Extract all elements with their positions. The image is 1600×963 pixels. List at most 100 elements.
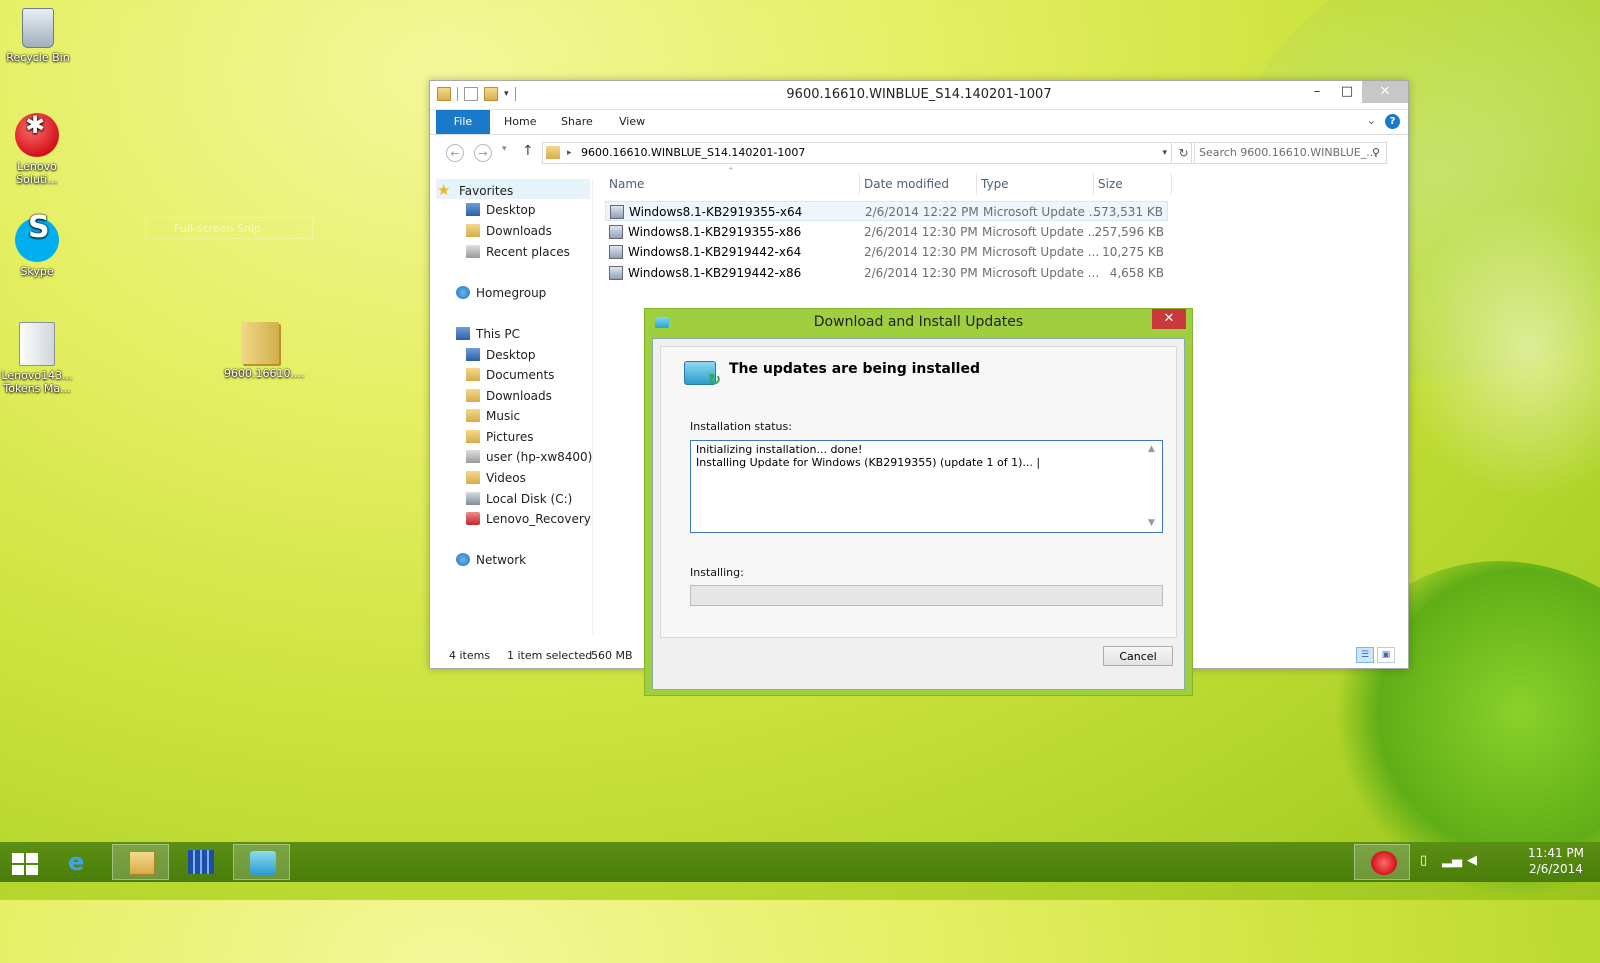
taskbar-windows-update[interactable] xyxy=(233,844,290,880)
log-scrollbar[interactable]: ▲ ▼ xyxy=(1148,443,1160,530)
tab-home[interactable]: Home xyxy=(504,110,536,134)
table-row[interactable]: Windows8.1-KB2919442-x64 2/6/2014 12:30 … xyxy=(605,242,1168,262)
nav-item-favorites[interactable]: ★ Favorites xyxy=(436,179,590,199)
signal-icon[interactable]: ▂▄ xyxy=(1442,853,1462,868)
scroll-down-icon[interactable]: ▼ xyxy=(1148,517,1155,530)
desktop-icon xyxy=(466,348,480,361)
taskbar-internet-explorer[interactable]: e xyxy=(52,844,109,880)
table-row[interactable]: Windows8.1-KB2919355-x86 2/6/2014 12:30 … xyxy=(605,222,1168,242)
nav-item-pc-downloads[interactable]: Downloads xyxy=(466,386,552,406)
file-icon xyxy=(19,322,55,366)
selection-count: 1 item selected xyxy=(507,649,593,662)
music-icon xyxy=(466,409,480,422)
breadcrumb-chevron-icon[interactable]: ▸ xyxy=(567,143,572,163)
search-input[interactable]: Search 9600.16610.WINBLUE_... ⚲ xyxy=(1191,142,1387,164)
downloads-icon xyxy=(466,224,480,237)
recent-locations-icon[interactable]: ▾ xyxy=(502,144,507,154)
desktop-icon-lenovo-tokens[interactable]: Lenovo143... Tokens Ma... xyxy=(1,322,73,395)
installation-status-label: Installation status: xyxy=(690,420,792,433)
taskbar-app[interactable] xyxy=(172,844,229,880)
power-icon[interactable]: ▯ xyxy=(1420,853,1427,868)
taskbar: e ▯ ▂▄ ◀ 11:41 PM 2/6/2014 xyxy=(0,842,1600,882)
update-file-icon xyxy=(609,225,623,239)
nav-item-network-share[interactable]: user (hp-xw8400) xyxy=(466,447,592,467)
column-header-type[interactable]: Type xyxy=(977,173,1094,195)
volume-icon[interactable]: ◀ xyxy=(1467,853,1477,868)
expand-ribbon-icon[interactable]: ⌄ xyxy=(1367,114,1376,127)
scroll-up-icon[interactable]: ▲ xyxy=(1148,443,1155,456)
nav-item-local-disk[interactable]: Local Disk (C:) xyxy=(466,489,572,509)
tray-lenovo-button[interactable] xyxy=(1354,844,1410,880)
search-icon[interactable]: ⚲ xyxy=(1372,143,1380,163)
table-row[interactable]: Windows8.1-KB2919355-x64 2/6/2014 12:22 … xyxy=(605,201,1168,221)
desktop-icon-lenovo-solution[interactable]: ✱ Lenovo Soluti... xyxy=(1,113,73,186)
nav-item-this-pc[interactable]: This PC xyxy=(456,324,520,344)
log-line: Installing Update for Windows (KB2919355… xyxy=(696,456,1041,469)
forward-button[interactable]: → xyxy=(474,144,492,162)
up-button[interactable]: ↑ xyxy=(522,143,534,159)
tab-view[interactable]: View xyxy=(619,110,645,134)
file-date: 2/6/2014 12:30 PM xyxy=(864,266,978,280)
nav-item-videos[interactable]: Videos xyxy=(466,468,526,488)
nav-item-downloads[interactable]: Downloads xyxy=(466,221,552,241)
nav-item-pc-desktop[interactable]: Desktop xyxy=(466,345,536,365)
tab-share[interactable]: Share xyxy=(561,110,593,134)
log-line-text: Installing Update for Windows (KB2919355… xyxy=(696,456,1033,469)
close-button[interactable]: ✕ xyxy=(1362,81,1408,103)
table-row[interactable]: Windows8.1-KB2919442-x86 2/6/2014 12:30 … xyxy=(605,263,1168,283)
large-icons-view-icon[interactable]: ▣ xyxy=(1377,647,1395,663)
maximize-button[interactable]: □ xyxy=(1332,81,1362,103)
address-bar[interactable]: ▸ 9600.16610.WINBLUE_S14.140201-1007 ▾ xyxy=(542,142,1172,164)
minimize-button[interactable]: – xyxy=(1302,81,1332,103)
nav-item-music[interactable]: Music xyxy=(466,406,520,426)
ribbon: File Home Share View ⌄ ? xyxy=(430,110,1408,135)
lenovo-solution-icon xyxy=(1371,851,1397,875)
file-size: 257,596 KB xyxy=(1094,225,1164,239)
nav-item-recovery[interactable]: Lenovo_Recovery (D xyxy=(466,509,592,529)
dialog-close-button[interactable]: ✕ xyxy=(1152,309,1186,329)
clock-time: 11:41 PM xyxy=(1528,846,1584,860)
update-dialog[interactable]: Download and Install Updates ✕ ↻ The upd… xyxy=(644,308,1193,696)
cancel-button[interactable]: Cancel xyxy=(1103,646,1173,666)
column-header-size[interactable]: Size xyxy=(1094,173,1172,195)
snip-ghost-label: Full-screen Snip xyxy=(145,217,313,239)
nav-item-recent-places[interactable]: Recent places xyxy=(466,242,570,262)
file-size: 4,658 KB xyxy=(1109,266,1164,280)
nav-item-documents[interactable]: Documents xyxy=(466,365,554,385)
installation-log[interactable]: Initializing installation... done! Insta… xyxy=(690,440,1163,533)
explorer-titlebar[interactable]: ▾ 9600.16610.WINBLUE_S14.140201-1007 – □… xyxy=(430,81,1408,110)
dialog-body: ↻ The updates are being installed Instal… xyxy=(652,338,1185,690)
nav-label: Downloads xyxy=(486,224,552,238)
column-header-date[interactable]: Date modified xyxy=(860,173,977,195)
desktop-icon-skype[interactable]: S Skype xyxy=(1,213,73,278)
address-dropdown-icon[interactable]: ▾ xyxy=(1162,143,1167,163)
nav-item-pictures[interactable]: Pictures xyxy=(466,427,534,447)
file-type: Microsoft Update ... xyxy=(982,225,1100,239)
nav-label: Videos xyxy=(486,471,526,485)
nav-item-network[interactable]: Network xyxy=(456,550,526,570)
dialog-panel: ↻ The updates are being installed Instal… xyxy=(660,346,1177,638)
desktop-icon-recycle-bin[interactable]: Recycle Bin xyxy=(2,8,74,64)
details-view-icon[interactable]: ☰ xyxy=(1356,647,1374,663)
help-icon[interactable]: ? xyxy=(1385,114,1400,129)
nav-item-desktop[interactable]: Desktop xyxy=(466,200,536,220)
start-button[interactable] xyxy=(0,844,57,880)
log-line: Initializing installation... done! xyxy=(696,443,863,456)
nav-item-homegroup[interactable]: Homegroup xyxy=(456,283,546,303)
search-placeholder: Search 9600.16610.WINBLUE_... xyxy=(1199,146,1377,159)
file-name: Windows8.1-KB2919355-x86 xyxy=(628,225,802,239)
windows-logo-icon xyxy=(12,853,38,875)
desktop-icon-9600-folder[interactable]: 9600.16610.... xyxy=(224,322,304,380)
desktop-icon xyxy=(466,203,480,216)
back-button[interactable]: ← xyxy=(446,144,464,162)
tab-file[interactable]: File xyxy=(436,110,490,134)
system-tray: ▯ ▂▄ ◀ 11:41 PM 2/6/2014 xyxy=(1350,842,1600,882)
desktop-icon-label: Lenovo143... Tokens Ma... xyxy=(1,369,73,395)
column-header-name[interactable]: Name xyxy=(605,173,860,195)
clock[interactable]: 11:41 PM 2/6/2014 xyxy=(1528,845,1584,877)
nav-label: user (hp-xw8400) xyxy=(486,450,593,464)
taskbar-file-explorer[interactable] xyxy=(112,844,169,880)
file-type: Microsoft Update ... xyxy=(982,245,1100,259)
recent-places-icon xyxy=(466,245,480,258)
file-name: Windows8.1-KB2919442-x64 xyxy=(628,245,802,259)
